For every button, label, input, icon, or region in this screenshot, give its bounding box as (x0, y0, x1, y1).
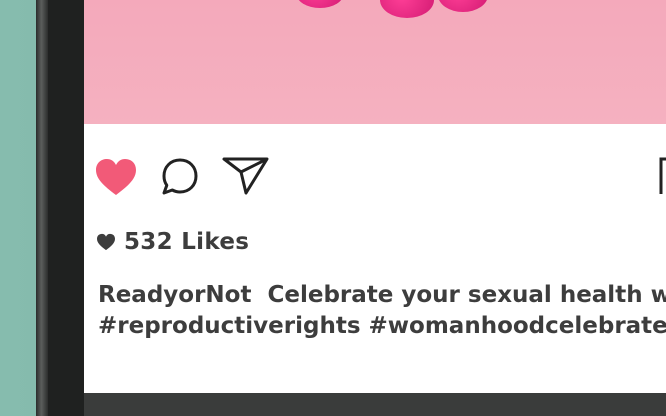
heart-filled-icon (96, 159, 136, 195)
likes-row: 532 Likes (96, 226, 249, 258)
flower-petal (296, 0, 344, 8)
post-image[interactable] (84, 0, 666, 124)
comment-bubble-icon (162, 158, 198, 195)
bookmark-icon (659, 157, 666, 194)
paper-plane-icon (222, 157, 269, 195)
flower-petal (380, 0, 434, 18)
caption-hashtags[interactable]: #reproductiverights #womanhoodcelebrated (98, 311, 666, 342)
post-action-bar (84, 124, 666, 224)
comment-button[interactable] (160, 157, 200, 197)
save-button[interactable] (658, 156, 666, 196)
flower-petal (438, 0, 488, 12)
phone-edge (36, 0, 48, 416)
like-button[interactable] (94, 157, 138, 197)
phone-bottom-bezel (84, 393, 666, 416)
likes-heart-icon (97, 233, 115, 251)
post-caption: ReadyorNot Celebrate your sexual health … (98, 280, 666, 342)
caption-line-1: ReadyorNot Celebrate your sexual health … (98, 280, 666, 311)
caption-text: Celebrate your sexual health with (267, 282, 666, 308)
share-button[interactable] (222, 156, 270, 196)
phone-screen: 532 Likes ReadyorNot Celebrate your sexu… (84, 0, 666, 393)
likes-count[interactable]: 532 Likes (124, 229, 249, 255)
caption-username[interactable]: ReadyorNot (98, 282, 251, 308)
